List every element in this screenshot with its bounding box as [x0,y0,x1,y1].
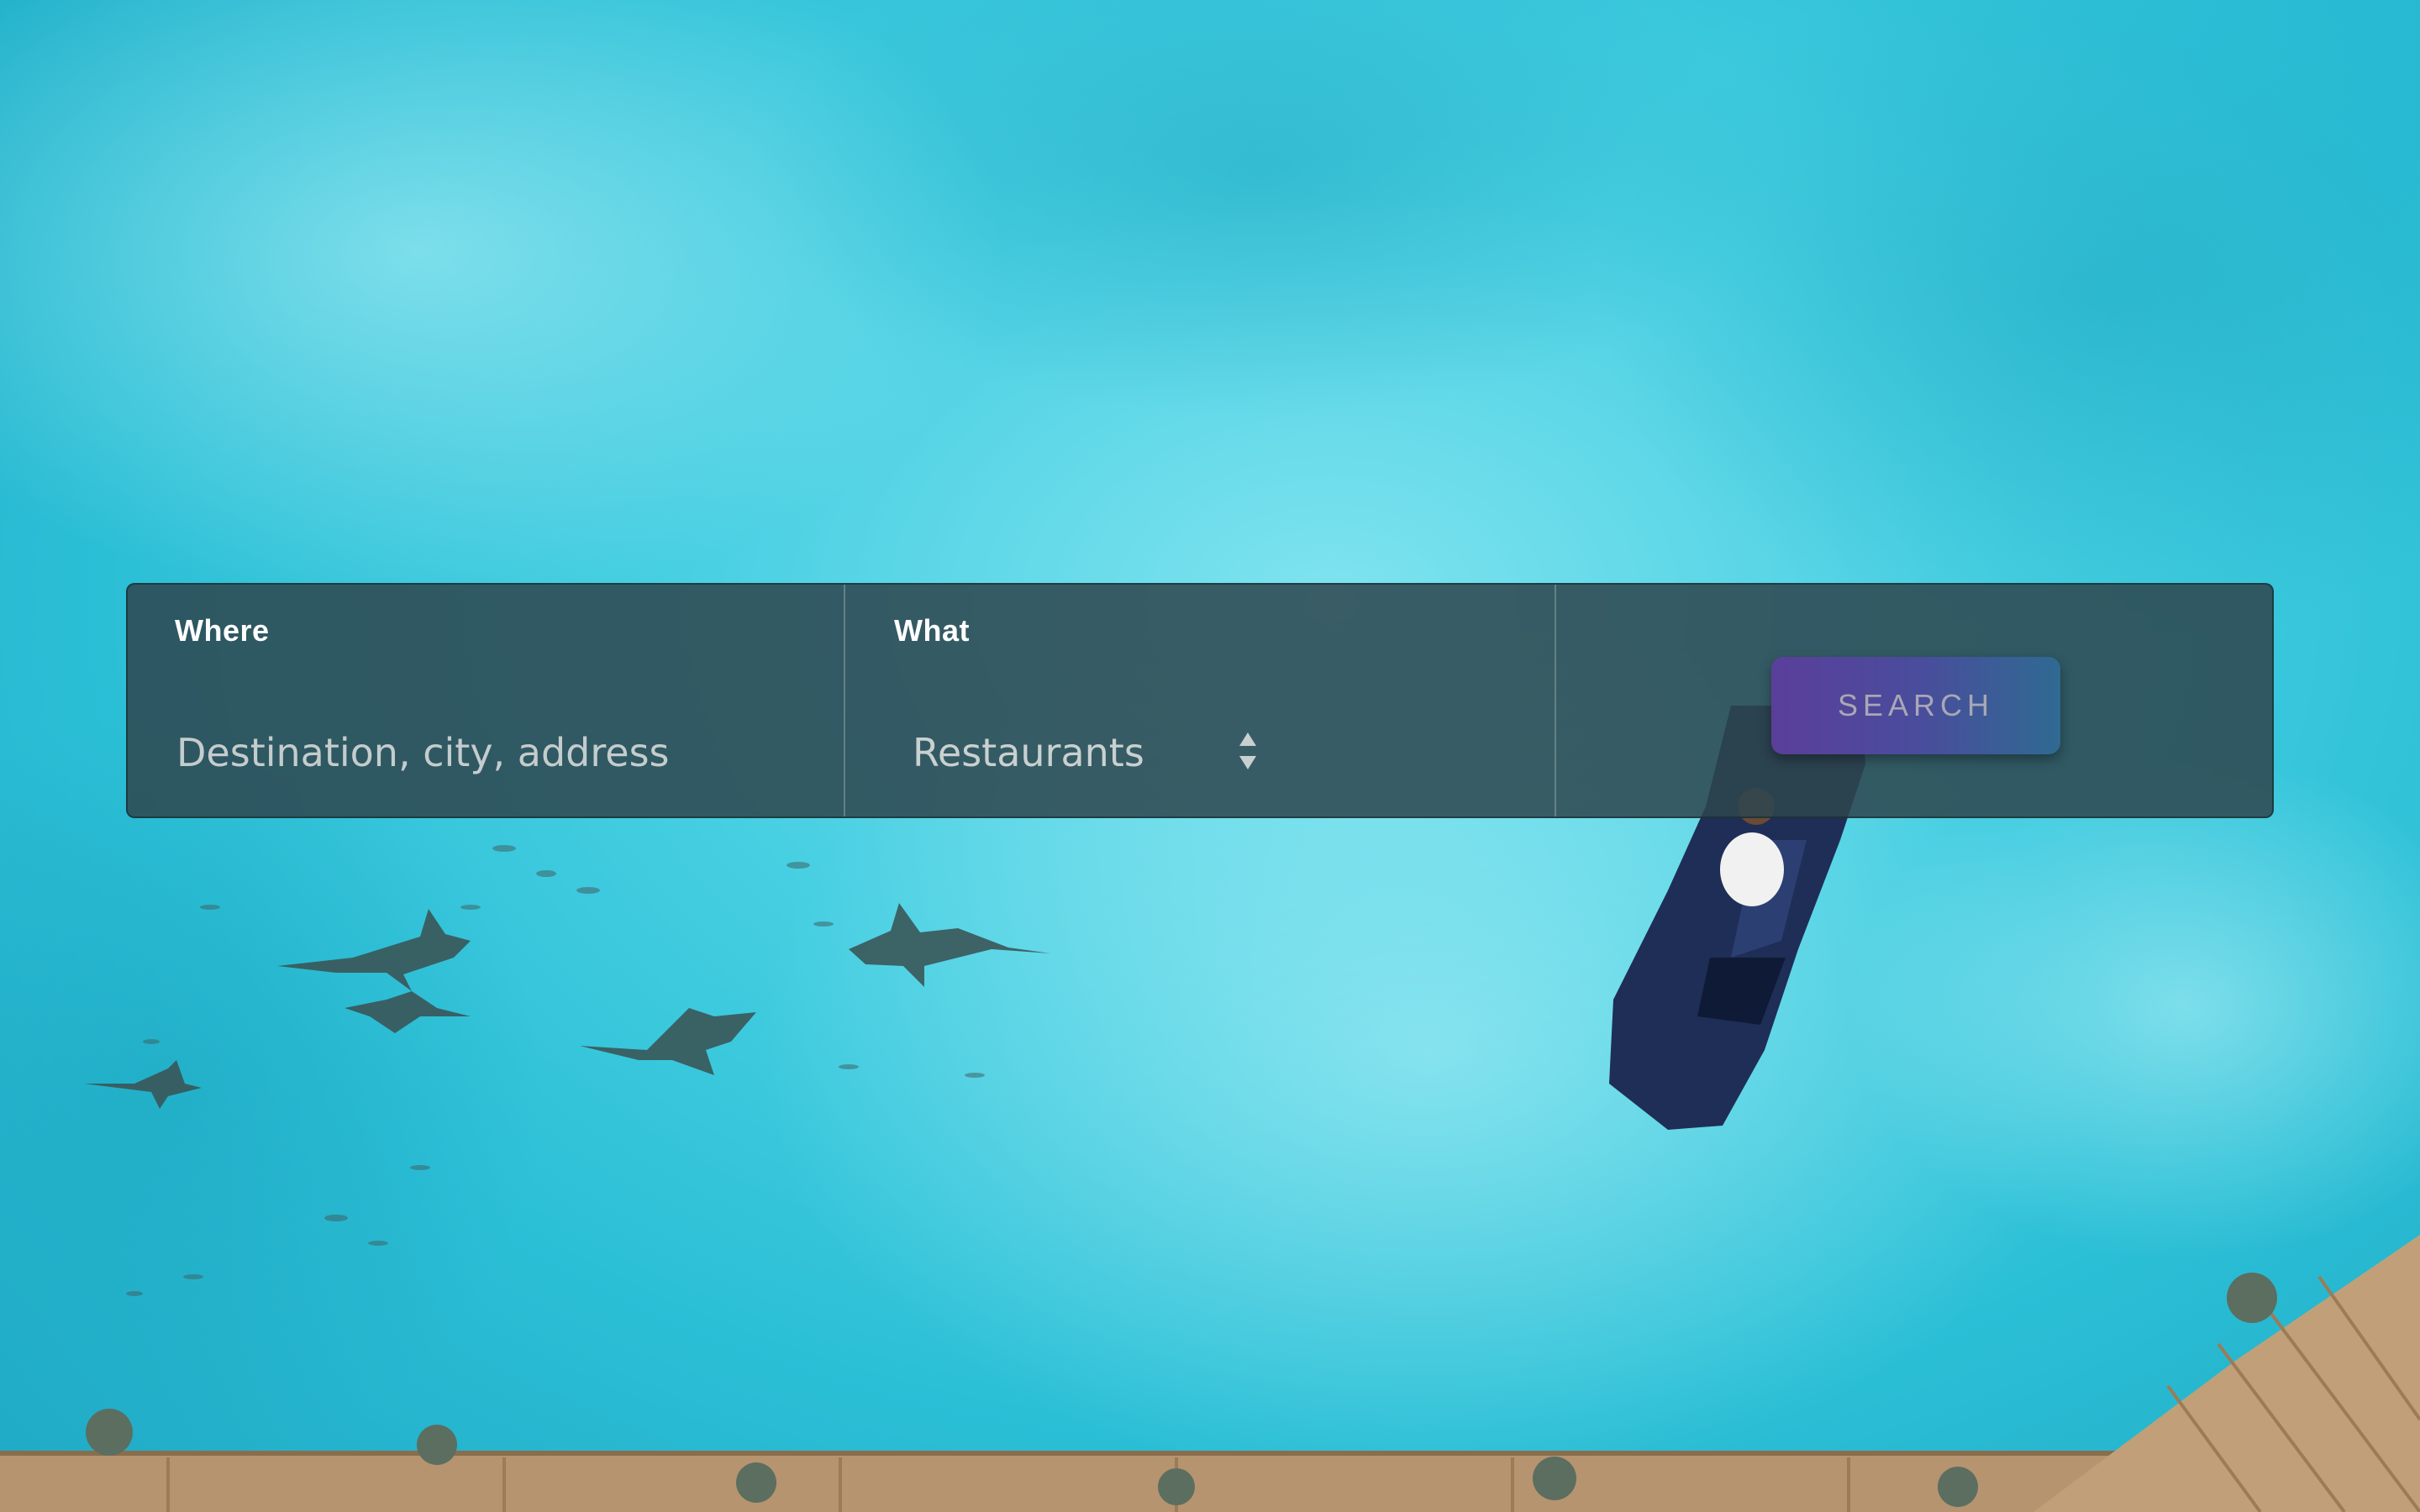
what-selected-value: Restaurants [913,730,1144,775]
what-label: What [894,613,970,648]
where-field: Where [128,585,845,816]
where-label: Where [175,613,270,648]
what-field: What Restaurants [845,585,1556,816]
search-button[interactable]: SEARCH [1771,657,2060,754]
where-input[interactable] [176,719,815,786]
search-panel: Where What Restaurants SEARCH [126,583,2274,818]
up-down-arrows-icon [1239,732,1256,769]
hero-section: Where What Restaurants SEARCH [0,0,2420,1512]
action-area: SEARCH [1556,585,2272,816]
what-select[interactable]: Restaurants [913,719,1282,786]
